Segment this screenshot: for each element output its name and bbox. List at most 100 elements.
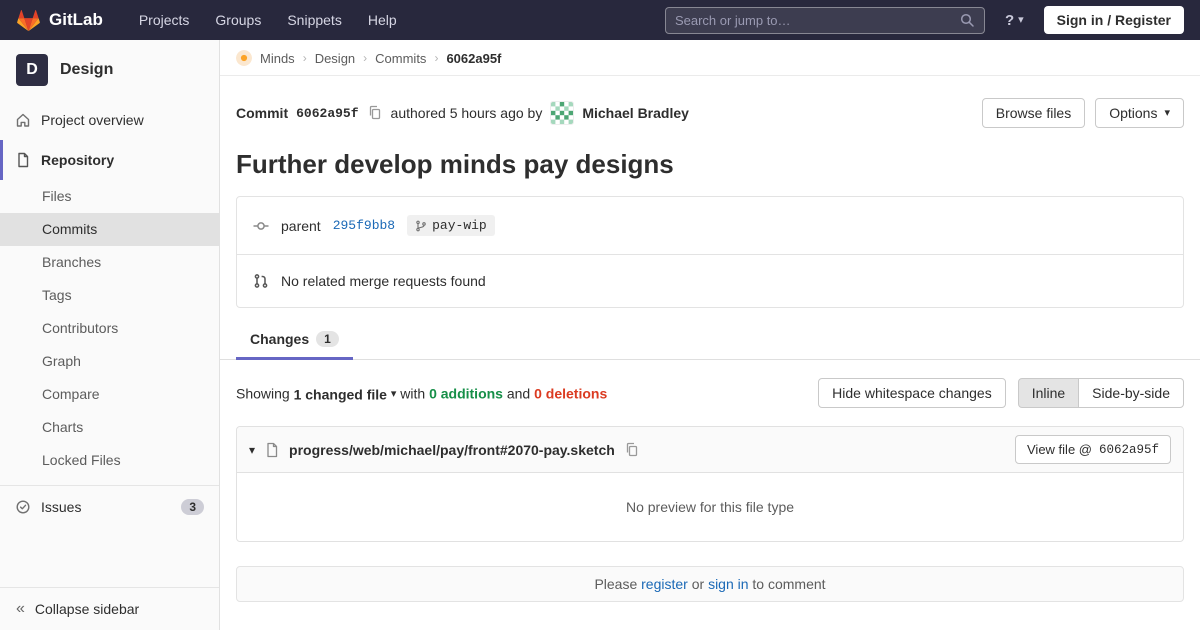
- gitlab-tanuki-logo-icon: [16, 8, 41, 32]
- global-search: [664, 6, 985, 34]
- sidebar-item-tags[interactable]: Tags: [0, 279, 219, 312]
- sign-in-register-button[interactable]: Sign in / Register: [1043, 6, 1184, 34]
- hide-whitespace-button[interactable]: Hide whitespace changes: [818, 378, 1006, 408]
- sidebar-item-locked-files[interactable]: Locked Files: [0, 444, 219, 477]
- sidebar-item-label: Issues: [41, 499, 82, 515]
- options-label: Options: [1109, 105, 1158, 121]
- tab-changes-label: Changes: [250, 331, 310, 347]
- breadcrumb-separator-icon: ›: [434, 51, 439, 65]
- sidebar-item-branches[interactable]: Branches: [0, 246, 219, 279]
- issues-count-badge: 3: [181, 499, 204, 515]
- register-link[interactable]: register: [641, 576, 688, 592]
- diff-file-header: ▾ progress/web/michael/pay/front#2070-pa…: [237, 427, 1183, 473]
- please-label: Please: [594, 576, 638, 592]
- sidebar-item-label: Repository: [41, 152, 115, 168]
- breadcrumb-link-group[interactable]: Minds: [260, 51, 295, 66]
- changed-files-dropdown[interactable]: 1 changed file ▾: [293, 385, 397, 402]
- home-icon: [15, 112, 31, 128]
- nav-item-groups[interactable]: Groups: [205, 6, 271, 34]
- author-avatar[interactable]: [550, 101, 575, 125]
- commit-tabs: Changes 1: [220, 318, 1200, 360]
- sidebar-item-contributors[interactable]: Contributors: [0, 312, 219, 345]
- sidebar-item-commits[interactable]: Commits: [0, 213, 219, 246]
- diff-file-path: progress/web/michael/pay/front#2070-pay.…: [289, 441, 615, 458]
- collapse-chevrons-icon: «: [16, 600, 25, 617]
- parent-commit-row: parent 295f9bb8 pay-wip: [237, 197, 1183, 254]
- view-file-sha: 6062a95f: [1098, 442, 1159, 457]
- comment-signin-bar: Please register or sign in to comment: [236, 566, 1184, 602]
- collapse-diff-caret-icon[interactable]: ▾: [249, 443, 255, 457]
- chevron-down-icon: ▾: [1164, 106, 1170, 119]
- nav-item-projects[interactable]: Projects: [129, 6, 200, 34]
- sidebar-item-charts[interactable]: Charts: [0, 411, 219, 444]
- parent-sha-link[interactable]: 295f9bb8: [333, 218, 395, 233]
- collapse-sidebar-label: Collapse sidebar: [34, 601, 140, 617]
- nav-item-help[interactable]: Help: [358, 6, 407, 34]
- nav-item-snippets[interactable]: Snippets: [277, 6, 351, 34]
- main-content: Minds › Design › Commits › 6062a95f Comm…: [220, 40, 1200, 630]
- sign-in-link[interactable]: sign in: [708, 576, 748, 592]
- commit-title: Further develop minds pay designs: [236, 149, 674, 179]
- breadcrumb-current-sha: 6062a95f: [446, 50, 502, 66]
- inline-view-button[interactable]: Inline: [1017, 378, 1080, 408]
- sidebar-item-compare[interactable]: Compare: [0, 378, 219, 411]
- tab-changes[interactable]: Changes 1: [236, 318, 353, 360]
- showing-label: Showing: [236, 385, 290, 402]
- copy-file-path-button[interactable]: [624, 442, 640, 458]
- search-icon: [959, 12, 975, 28]
- options-dropdown-button[interactable]: Options ▾: [1095, 98, 1184, 128]
- project-avatar: D: [16, 54, 48, 86]
- chevron-down-icon: ▾: [390, 387, 397, 400]
- breadcrumb-link-project[interactable]: Design: [315, 51, 355, 66]
- repository-icon: [15, 152, 31, 168]
- group-avatar: [236, 50, 252, 66]
- gitlab-home-link[interactable]: GitLab: [16, 8, 103, 32]
- copy-icon: [367, 105, 383, 121]
- search-input[interactable]: [674, 12, 959, 28]
- or-label: or: [691, 576, 705, 592]
- breadcrumb: Minds › Design › Commits › 6062a95f: [220, 40, 1200, 76]
- ref-branch-pill[interactable]: pay-wip: [407, 215, 495, 236]
- brand-name: GitLab: [49, 10, 103, 29]
- changed-files-label: 1 changed file: [293, 385, 387, 402]
- help-icon: ?: [1004, 11, 1015, 29]
- with-label: with: [400, 385, 426, 402]
- commit-sha: 6062a95f: [296, 105, 359, 121]
- side-by-side-view-button[interactable]: Side-by-side: [1078, 378, 1184, 408]
- help-dropdown[interactable]: ? ▾: [1005, 12, 1024, 29]
- issues-icon: [15, 499, 31, 515]
- collapse-sidebar-button[interactable]: « Collapse sidebar: [0, 587, 219, 630]
- browse-files-button[interactable]: Browse files: [981, 98, 1086, 128]
- sidebar-item-repository[interactable]: Repository: [0, 140, 219, 180]
- merge-request-icon: [253, 273, 269, 289]
- authored-text: authored 5 hours ago by: [390, 105, 543, 121]
- view-file-button[interactable]: View file @ 6062a95f: [1015, 435, 1171, 464]
- chevron-down-icon: ▾: [1018, 13, 1024, 26]
- sidebar-item-files[interactable]: Files: [0, 180, 219, 213]
- view-file-label: View file @: [1027, 442, 1092, 457]
- deletions-count: 0 deletions: [534, 385, 608, 402]
- breadcrumb-separator-icon: ›: [363, 51, 368, 65]
- related-mr-row: No related merge requests found: [237, 254, 1183, 307]
- project-name: Design: [60, 61, 114, 78]
- project-sidebar: D Design Project overview Repository Fil…: [0, 40, 220, 630]
- commit-info-box: parent 295f9bb8 pay-wip No related merge…: [236, 196, 1184, 308]
- author-name-link[interactable]: Michael Bradley: [582, 105, 689, 121]
- to-comment-label: to comment: [752, 576, 826, 592]
- breadcrumb-link-commits[interactable]: Commits: [375, 51, 426, 66]
- ref-name: pay-wip: [432, 218, 487, 233]
- top-navbar: GitLab Projects Groups Snippets Help ? ▾…: [0, 0, 1200, 40]
- navbar-menu: Projects Groups Snippets Help: [129, 6, 407, 34]
- sidebar-item-project-overview[interactable]: Project overview: [0, 100, 219, 140]
- copy-commit-sha-button[interactable]: [367, 105, 383, 121]
- sidebar-item-graph[interactable]: Graph: [0, 345, 219, 378]
- diff-stats-text: Showing 1 changed file ▾ with 0 addition…: [236, 384, 607, 402]
- and-label: and: [506, 385, 531, 402]
- commit-meta-row: Commit 6062a95f authored 5 hours ago by: [220, 76, 1200, 128]
- breadcrumb-separator-icon: ›: [302, 51, 307, 65]
- changes-count-badge: 1: [316, 331, 339, 347]
- sidebar-item-label: Project overview: [41, 112, 144, 128]
- no-preview-message: No preview for this file type: [237, 473, 1183, 541]
- sidebar-item-issues[interactable]: Issues 3: [0, 485, 219, 528]
- project-header-link[interactable]: D Design: [0, 40, 219, 100]
